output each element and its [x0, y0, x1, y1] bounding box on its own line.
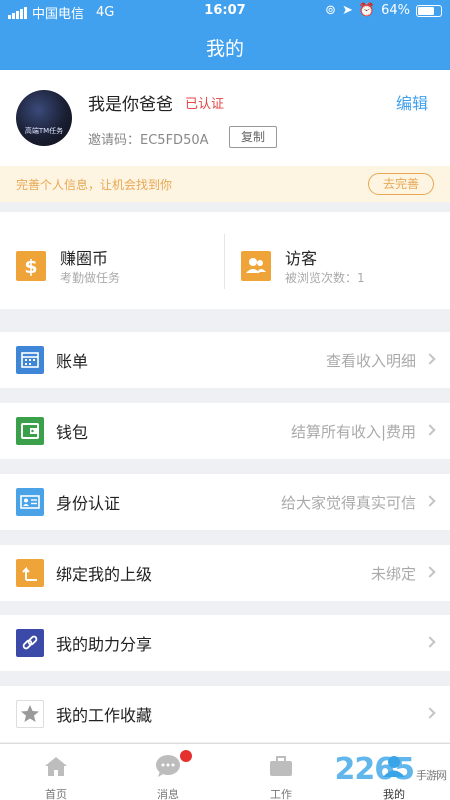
avatar[interactable]: 高端TM任务: [16, 90, 72, 146]
tab-work[interactable]: 工作: [225, 744, 337, 800]
tab-home[interactable]: 首页: [0, 744, 112, 800]
complete-profile-button[interactable]: 去完善: [368, 173, 434, 195]
alarm-icon: ⏰: [358, 3, 376, 18]
stat-visitors-subtitle: 被浏览次数：1: [285, 271, 365, 285]
watermark-sub: 手游网: [416, 769, 447, 782]
watermark-text: 2265: [334, 752, 415, 787]
menu-item-share[interactable]: 我的助力分享: [0, 615, 450, 671]
menu-item-desc: 未绑定: [370, 565, 416, 583]
tab-label: 工作: [270, 788, 292, 800]
link-icon: [16, 629, 44, 657]
chat-icon: [156, 755, 180, 777]
invite-code-value: EC5FD50A: [140, 133, 209, 148]
star-icon: [16, 700, 44, 728]
tab-label: 我的: [383, 788, 405, 800]
menu-item-label: 钱包: [56, 423, 89, 442]
status-bar: 中国电信 4G 16:07 ⊚ ➤ ⏰ 64%: [0, 0, 450, 22]
menu-item-desc: 给大家觉得真实可信: [280, 494, 416, 512]
briefcase-icon: [270, 756, 292, 776]
battery-percent: 64%: [381, 3, 410, 18]
tab-label: 首页: [45, 788, 67, 800]
menu-item-label: 绑定我的上级: [56, 565, 153, 584]
chevron-right-icon: [424, 636, 436, 648]
profile-card: 高端TM任务 我是你爸爸 已认证 编辑 邀请码：EC5FD50A 复制: [0, 70, 450, 166]
stat-visitors[interactable]: 访客 被浏览次数：1: [225, 212, 450, 309]
page-title: 我的: [205, 38, 244, 60]
menu-item-identity[interactable]: 身份认证 给大家觉得真实可信: [0, 474, 450, 530]
avatar-text: 高端TM任务: [24, 127, 64, 135]
tab-label: 消息: [157, 788, 179, 800]
nickname: 我是你爸爸: [88, 95, 173, 115]
home-icon: [45, 757, 67, 776]
verified-badge: 已认证: [185, 97, 225, 112]
chevron-right-icon: [424, 424, 436, 436]
battery-icon: [416, 4, 442, 17]
menu-item-label: 我的助力分享: [56, 635, 153, 654]
stat-coins-subtitle: 考勤做任务: [60, 271, 121, 285]
stat-visitors-title: 访客: [285, 249, 318, 268]
users-icon: [241, 251, 271, 281]
menu-item-bind-superior[interactable]: 绑定我的上级 未绑定: [0, 545, 450, 601]
unread-badge: [180, 750, 192, 762]
menu-item-bill[interactable]: 账单 查看收入明细: [0, 332, 450, 388]
menu-item-favorites[interactable]: 我的工作收藏: [0, 686, 450, 742]
copy-button[interactable]: 复制: [229, 126, 277, 148]
chevron-right-icon: [424, 353, 436, 365]
tab-messages[interactable]: 消息: [112, 744, 224, 800]
menu-item-desc: 查看收入明细: [325, 352, 416, 370]
dollar-icon: $: [16, 251, 46, 281]
chevron-right-icon: [424, 707, 436, 719]
menu-item-label: 我的工作收藏: [56, 706, 153, 725]
chevron-right-icon: [424, 566, 436, 578]
menu-item-label: 身份认证: [56, 494, 121, 513]
calendar-icon: [16, 346, 44, 374]
stat-coins-title: 赚圈币: [60, 249, 109, 268]
invite-label: 邀请码：: [88, 133, 141, 148]
edit-button[interactable]: 编辑: [396, 90, 428, 114]
rotation-lock-icon: ⊚: [325, 3, 336, 18]
stat-coins[interactable]: $ 赚圈币 考勤做任务: [0, 212, 224, 309]
wallet-icon: [16, 417, 44, 445]
id-card-icon: [16, 488, 44, 516]
chevron-right-icon: [424, 495, 436, 507]
watermark: 2265 手游网: [334, 752, 448, 787]
svg-text:$: $: [24, 256, 37, 278]
menu-item-label: 账单: [56, 352, 89, 371]
location-icon: ➤: [342, 3, 353, 18]
invite-code: 邀请码：EC5FD50A: [88, 129, 209, 148]
menu-item-wallet[interactable]: 钱包 结算所有收入|费用: [0, 403, 450, 459]
stats-panel: $ 赚圈币 考勤做任务 访客 被浏览次数：1: [0, 212, 450, 309]
header: 中国电信 4G 16:07 ⊚ ➤ ⏰ 64% 我的: [0, 0, 450, 70]
arrow-up-icon: [16, 559, 44, 587]
complete-profile-banner: 完善个人信息，让机会找到你 去完善: [0, 166, 450, 202]
menu-item-desc: 结算所有收入|费用: [290, 423, 416, 441]
banner-text: 完善个人信息，让机会找到你: [16, 178, 173, 192]
